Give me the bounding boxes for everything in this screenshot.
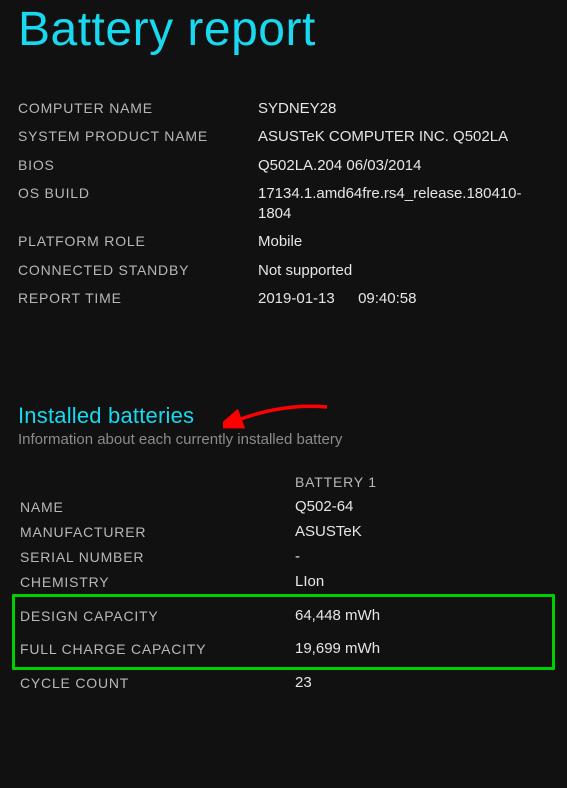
label-cycle-count: CYCLE COUNT (20, 675, 295, 691)
value-design-capacity: 64,448 mWh (295, 607, 547, 624)
row-cycle-count: CYCLE COUNT 23 (18, 670, 549, 695)
label-full-charge-capacity: FULL CHARGE CAPACITY (20, 641, 295, 657)
value-connected-standby: Not supported (258, 261, 549, 281)
row-system-product-name: SYSTEM PRODUCT NAME ASUSTeK COMPUTER INC… (18, 123, 549, 151)
label-connected-standby: CONNECTED STANDBY (18, 261, 258, 280)
row-serial-number: SERIAL NUMBER - (18, 544, 549, 569)
label-design-capacity: DESIGN CAPACITY (20, 608, 295, 624)
value-serial-number: - (295, 548, 547, 565)
row-computer-name: COMPUTER NAME SYDNEY28 (18, 95, 549, 123)
value-bios: Q502LA.204 06/03/2014 (258, 156, 549, 176)
label-serial-number: SERIAL NUMBER (20, 549, 295, 565)
installed-batteries-title: Installed batteries (18, 403, 549, 429)
battery-table-header: BATTERY 1 (18, 470, 549, 494)
installed-batteries-header: Installed batteries Information about ea… (18, 403, 549, 448)
row-report-time: REPORT TIME 2019-01-13 09:40:58 (18, 285, 549, 313)
label-report-time: REPORT TIME (18, 289, 258, 308)
value-os-build: 17134.1.amd64fre.rs4_release.180410-1804 (258, 184, 549, 225)
value-platform-role: Mobile (258, 232, 549, 252)
row-platform-role: PLATFORM ROLE Mobile (18, 228, 549, 256)
row-manufacturer: MANUFACTURER ASUSTeK (18, 519, 549, 544)
highlight-box: DESIGN CAPACITY 64,448 mWh FULL CHARGE C… (12, 594, 555, 670)
value-report-time: 2019-01-13 09:40:58 (258, 289, 549, 309)
label-system-product-name: SYSTEM PRODUCT NAME (18, 127, 258, 146)
row-battery-name: NAME Q502-64 (18, 494, 549, 519)
label-chemistry: CHEMISTRY (20, 574, 295, 590)
label-os-build: OS BUILD (18, 184, 258, 203)
row-connected-standby: CONNECTED STANDBY Not supported (18, 257, 549, 285)
section-gap (18, 313, 549, 403)
installed-batteries-subtitle: Information about each currently install… (18, 431, 549, 448)
label-bios: BIOS (18, 156, 258, 175)
row-chemistry: CHEMISTRY LIon (18, 569, 549, 594)
battery-report-page: Battery report COMPUTER NAME SYDNEY28 SY… (0, 0, 567, 695)
page-title: Battery report (18, 0, 549, 57)
label-computer-name: COMPUTER NAME (18, 99, 258, 118)
value-battery-name: Q502-64 (295, 498, 547, 515)
label-platform-role: PLATFORM ROLE (18, 232, 258, 251)
value-manufacturer: ASUSTeK (295, 523, 547, 540)
value-cycle-count: 23 (295, 674, 547, 691)
system-info-block: COMPUTER NAME SYDNEY28 SYSTEM PRODUCT NA… (18, 95, 549, 313)
value-full-charge-capacity: 19,699 mWh (295, 640, 547, 657)
label-battery-name: NAME (20, 499, 295, 515)
row-bios: BIOS Q502LA.204 06/03/2014 (18, 152, 549, 180)
row-os-build: OS BUILD 17134.1.amd64fre.rs4_release.18… (18, 180, 549, 229)
value-computer-name: SYDNEY28 (258, 99, 549, 119)
row-design-capacity: DESIGN CAPACITY 64,448 mWh (18, 599, 549, 632)
battery-column-header: BATTERY 1 (295, 474, 547, 490)
value-system-product-name: ASUSTeK COMPUTER INC. Q502LA (258, 127, 549, 147)
battery-table: BATTERY 1 NAME Q502-64 MANUFACTURER ASUS… (18, 470, 549, 695)
row-full-charge-capacity: FULL CHARGE CAPACITY 19,699 mWh (18, 632, 549, 665)
value-chemistry: LIon (295, 573, 547, 590)
label-manufacturer: MANUFACTURER (20, 524, 295, 540)
